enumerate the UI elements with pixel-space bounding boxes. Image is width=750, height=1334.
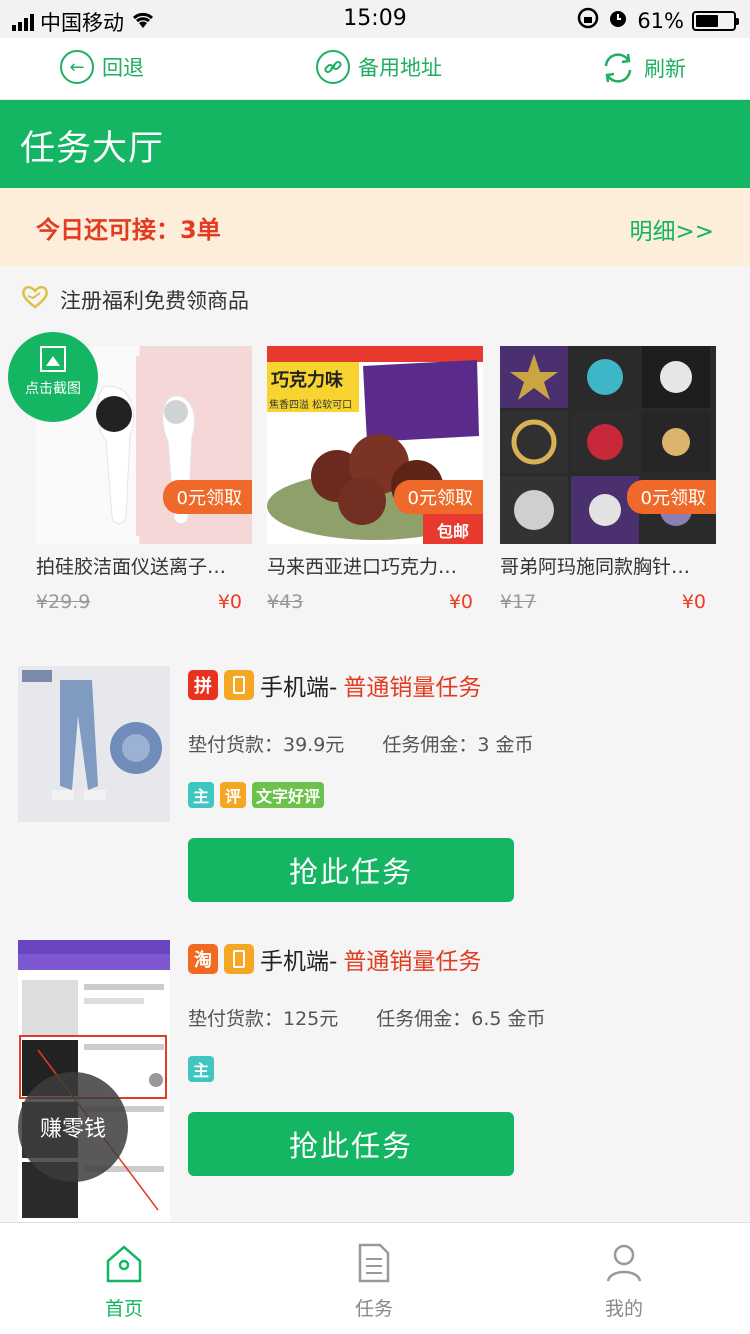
document-icon: [358, 1243, 390, 1283]
taobao-platform-icon: 淘: [188, 944, 218, 974]
quota-label: 今日还可接：3单: [36, 216, 221, 244]
mobile-device-icon: [224, 670, 254, 700]
heart-icon: [20, 284, 50, 315]
tab-mine[interactable]: 我的: [564, 1241, 684, 1321]
earn-money-button[interactable]: 赚零钱: [18, 1072, 128, 1182]
refresh-label: 刷新: [644, 57, 686, 81]
tab-tasks-label: 任务: [354, 1298, 393, 1320]
tab-bar: 首页 任务 我的: [0, 1222, 750, 1334]
tab-home[interactable]: 首页: [64, 1241, 184, 1321]
battery-percent: 61%: [637, 8, 684, 33]
promo-title-text: 注册福利免费领商品: [60, 288, 249, 313]
link-icon: [316, 50, 350, 84]
product-list: 0元领取 拍硅胶洁面仪送离子导入仪 ¥29.9 ¥0 巧克力味 焦香四溢 松软可…: [0, 346, 750, 616]
mobile-device-icon: [224, 944, 254, 974]
current-price: ¥0: [681, 591, 706, 613]
product-image-subtitle: 焦香四溢 松软可口: [269, 400, 353, 411]
original-price: ¥17: [500, 591, 537, 613]
tab-home-label: 首页: [104, 1298, 143, 1320]
original-price: ¥29.9: [36, 591, 91, 613]
task-type: 普通销量任务: [343, 949, 482, 975]
quota-detail-link[interactable]: 明细>>: [629, 212, 714, 246]
tab-tasks[interactable]: 任务: [314, 1241, 434, 1321]
tab-mine-label: 我的: [604, 1298, 643, 1320]
top-nav: ← 回退 备用地址 刷新: [0, 38, 750, 100]
task-title: 淘 手机端- 普通销量任务: [188, 942, 481, 976]
user-icon: [606, 1244, 642, 1282]
status-bar: 中国移动 15:09 61%: [0, 0, 750, 38]
product-name: 马来西亚进口巧克力味饼干: [267, 556, 467, 578]
rotation-lock-icon: [577, 7, 599, 34]
task-meta: 垫付货款：39.9元 任务佣金：3 金币: [188, 730, 533, 757]
page-header: 任务大厅: [0, 100, 750, 188]
refresh-button[interactable]: 刷新: [600, 50, 686, 86]
home-icon: [106, 1245, 142, 1283]
task-badges: 主 评 文字好评: [188, 782, 325, 808]
task-badges: 主: [188, 1056, 214, 1082]
product-image: 0元领取: [500, 346, 716, 544]
backup-address-label: 备用地址: [358, 56, 442, 80]
task-commission: 任务佣金：3 金币: [382, 734, 534, 756]
jeans-image: [18, 666, 170, 822]
free-tag: 0元领取: [162, 480, 252, 514]
promo-title: 注册福利免费领商品: [20, 284, 249, 315]
screenshot-label: 点击截图: [25, 381, 81, 397]
backup-address-button[interactable]: 备用地址: [316, 50, 442, 84]
screenshot-icon: [40, 346, 66, 372]
original-price: ¥43: [267, 591, 304, 613]
alarm-icon: [607, 7, 629, 34]
task-device: 手机端-: [260, 949, 338, 975]
brooch-grid-image: [500, 346, 710, 544]
badge-text-review: 文字好评: [252, 782, 325, 808]
pinduoduo-platform-icon: 拼: [188, 670, 218, 700]
task-advance: 垫付货款：125元: [188, 1008, 339, 1030]
page-title: 任务大厅: [20, 129, 165, 169]
status-right: 61%: [577, 7, 739, 34]
task-commission: 任务佣金：6.5 金币: [376, 1008, 546, 1030]
task-type: 普通销量任务: [343, 675, 482, 701]
product-image: 巧克力味 焦香四溢 松软可口 包邮 0元领取: [267, 346, 483, 544]
free-tag: 0元领取: [393, 480, 483, 514]
product-prices: ¥43 ¥0: [267, 591, 473, 613]
product-image-banner: 巧克力味: [271, 370, 343, 391]
product-name: 拍硅胶洁面仪送离子导入仪: [36, 556, 236, 578]
task-device: 手机端-: [260, 675, 338, 701]
battery-icon: [692, 10, 739, 31]
product-prices: ¥17 ¥0: [500, 591, 706, 613]
current-price: ¥0: [217, 591, 242, 613]
product-card[interactable]: 0元领取 哥弟阿玛施同款胸针别针 ¥17 ¥0: [500, 346, 716, 613]
task-advance: 垫付货款：39.9元: [188, 734, 345, 756]
back-label: 回退: [102, 56, 144, 80]
grab-task-button[interactable]: 抢此任务: [188, 1112, 514, 1176]
free-shipping-badge: 包邮: [436, 522, 469, 541]
grab-task-button[interactable]: 抢此任务: [188, 838, 514, 902]
task-title: 拼 手机端- 普通销量任务: [188, 668, 481, 702]
badge-review: 评: [220, 782, 246, 808]
task-thumbnail[interactable]: [18, 666, 170, 822]
free-tag: 0元领取: [626, 480, 716, 514]
badge-main: 主: [188, 1056, 214, 1082]
product-prices: ¥29.9 ¥0: [36, 591, 242, 613]
badge-main: 主: [188, 782, 214, 808]
product-card[interactable]: 巧克力味 焦香四溢 松软可口 包邮 0元领取 马来西亚进口巧克力味饼干 ¥43 …: [267, 346, 483, 613]
task-meta: 垫付货款：125元 任务佣金：6.5 金币: [188, 1004, 546, 1031]
battery-level: [696, 14, 718, 27]
product-name: 哥弟阿玛施同款胸针别针: [500, 556, 700, 578]
screenshot-button[interactable]: 点击截图: [8, 332, 98, 422]
current-price: ¥0: [448, 591, 473, 613]
quota-bar: 今日还可接：3单 明细>>: [0, 188, 750, 266]
back-arrow-icon: ←: [60, 50, 94, 84]
back-button[interactable]: ← 回退: [60, 50, 144, 84]
refresh-icon: [600, 50, 636, 86]
